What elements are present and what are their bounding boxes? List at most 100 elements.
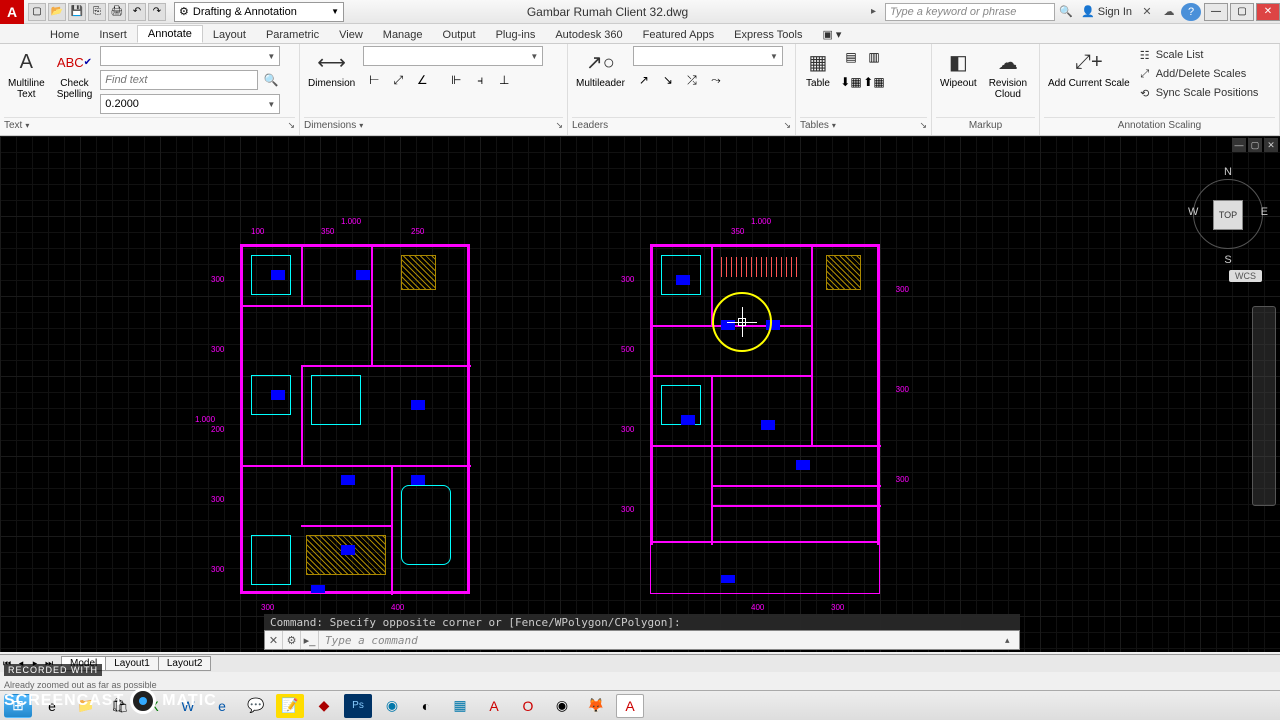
viewcube-south[interactable]: S [1224, 254, 1231, 266]
layout-tab-layout1[interactable]: Layout1 [105, 656, 159, 671]
viewcube-north[interactable]: N [1224, 166, 1232, 178]
leader-remove-icon[interactable]: ↘ [657, 69, 679, 91]
cmd-history-icon[interactable]: ▴ [1005, 635, 1019, 646]
workspace-dropdown[interactable]: ⚙ Drafting & Annotation ▼ [174, 2, 344, 22]
viewport-maximize-icon[interactable]: ▢ [1248, 138, 1262, 152]
add-current-scale-button[interactable]: ⤢+ Add Current Scale [1044, 46, 1134, 91]
text-style-dropdown[interactable]: ▼ [100, 46, 280, 66]
multileader-button[interactable]: ↗○ Multileader [572, 46, 629, 91]
command-input[interactable]: Type a command [319, 634, 1005, 647]
help-icon[interactable]: ? [1181, 3, 1201, 21]
taskbar-notes-icon[interactable]: 📝 [276, 694, 304, 718]
qat-save-icon[interactable]: 💾 [68, 3, 86, 21]
tab-layout[interactable]: Layout [203, 27, 256, 43]
layout-tab-layout2[interactable]: Layout2 [158, 656, 212, 671]
tab-extra-icon[interactable]: ▣ ▾ [812, 26, 851, 43]
leader-collect-icon[interactable]: ⤳ [705, 69, 727, 91]
cmd-customize-icon[interactable]: ⚙ [283, 631, 301, 649]
app-logo[interactable]: A [0, 0, 24, 24]
scale-list-button[interactable]: ☷Scale List [1138, 46, 1259, 64]
title-play-icon[interactable]: ▸ [871, 6, 885, 17]
dimension-button[interactable]: ⟷ Dimension [304, 46, 359, 91]
dim-style-dropdown[interactable]: ▼ [363, 46, 543, 66]
wipeout-button[interactable]: ◧ Wipeout [936, 46, 981, 91]
taskbar-app2-icon[interactable]: ◉ [378, 694, 406, 718]
panel-dialog-icon[interactable]: ↘ [287, 120, 295, 131]
search-input[interactable]: Type a keyword or phrase [885, 3, 1055, 21]
table-link-icon[interactable]: ▤ [840, 46, 862, 68]
tab-insert[interactable]: Insert [89, 27, 137, 43]
multiline-text-button[interactable]: A Multiline Text [4, 46, 49, 102]
search-icon[interactable]: 🔍 [1056, 3, 1076, 21]
tab-annotate[interactable]: Annotate [137, 25, 203, 43]
find-text-input[interactable] [100, 70, 258, 90]
viewcube-top[interactable]: TOP [1213, 200, 1243, 230]
taskbar-app4-icon[interactable]: ▦ [446, 694, 474, 718]
tab-express[interactable]: Express Tools [724, 27, 812, 43]
leader-align-icon[interactable]: ⤮ [681, 69, 703, 91]
panel-dialog-icon[interactable]: ↘ [919, 120, 927, 131]
viewport-close-icon[interactable]: ✕ [1264, 138, 1278, 152]
taskbar-chrome-icon[interactable]: ◉ [548, 694, 576, 718]
wcs-label[interactable]: WCS [1229, 270, 1262, 282]
qat-new-icon[interactable]: ▢ [28, 3, 46, 21]
tab-autodesk360[interactable]: Autodesk 360 [545, 27, 632, 43]
tab-view[interactable]: View [329, 27, 373, 43]
viewport-minimize-icon[interactable]: — [1232, 138, 1246, 152]
cloud-icon[interactable]: ☁ [1159, 3, 1179, 21]
viewcube[interactable]: N S E W TOP [1188, 166, 1268, 266]
close-button[interactable]: ✕ [1256, 3, 1280, 21]
exchange-icon[interactable]: ✕ [1137, 3, 1157, 21]
minimize-button[interactable]: — [1204, 3, 1228, 21]
panel-dialog-icon[interactable]: ↘ [783, 120, 791, 131]
sync-scale-button[interactable]: ⟲Sync Scale Positions [1138, 84, 1259, 102]
taskbar-opera-icon[interactable]: O [514, 694, 542, 718]
tab-featured[interactable]: Featured Apps [633, 27, 725, 43]
tab-parametric[interactable]: Parametric [256, 27, 329, 43]
qat-undo-icon[interactable]: ↶ [128, 3, 146, 21]
drawing-area[interactable]: — ▢ ✕ 100 350 250 1.000 [0, 136, 1280, 652]
taskbar-photoshop-icon[interactable]: Ps [344, 694, 372, 718]
table-extract-icon[interactable]: ▥ [863, 46, 885, 68]
tab-plugins[interactable]: Plug-ins [486, 27, 546, 43]
panel-dialog-icon[interactable]: ↘ [555, 120, 563, 131]
taskbar-app1-icon[interactable]: ◆ [310, 694, 338, 718]
dim-angular-icon[interactable]: ∠ [411, 69, 433, 91]
add-delete-scales-button[interactable]: ⤢Add/Delete Scales [1138, 65, 1259, 83]
tab-output[interactable]: Output [433, 27, 486, 43]
viewcube-east[interactable]: E [1261, 206, 1268, 218]
qat-redo-icon[interactable]: ↷ [148, 3, 166, 21]
qat-plot-icon[interactable]: 🖨 [108, 3, 126, 21]
table-upload-icon[interactable]: ⬆▦ [863, 71, 885, 93]
dim-ordinate-icon[interactable]: ⊥ [493, 69, 515, 91]
revcloud-button[interactable]: ☁ Revision Cloud [985, 46, 1031, 102]
cmd-close-icon[interactable]: ✕ [265, 631, 283, 649]
taskbar-app3-icon[interactable]: ◐ [412, 694, 440, 718]
tab-manage[interactable]: Manage [373, 27, 433, 43]
leader-add-icon[interactable]: ↗ [633, 69, 655, 91]
dim-continue-icon[interactable]: ⊩ [445, 69, 467, 91]
text-height-dropdown[interactable]: 0.2000▼ [100, 94, 280, 114]
find-icon[interactable]: 🔍 [260, 69, 282, 91]
leader-style-dropdown[interactable]: ▼ [633, 46, 783, 66]
panel-expand-icon[interactable]: ▾ [832, 121, 836, 130]
table-button[interactable]: ▦ Table [800, 46, 836, 91]
command-line[interactable]: ✕ ⚙ ▸_ Type a command ▴ [264, 630, 1020, 650]
taskbar-autocad-icon[interactable]: A [480, 694, 508, 718]
table-download-icon[interactable]: ⬇▦ [840, 71, 862, 93]
dim-aligned-icon[interactable]: ⤢ [387, 69, 409, 91]
taskbar-chat-icon[interactable]: 💬 [242, 694, 270, 718]
panel-expand-icon[interactable]: ▾ [25, 121, 29, 130]
dim-linear-icon[interactable]: ⊢ [363, 69, 385, 91]
navigation-bar[interactable] [1252, 306, 1276, 506]
qat-saveas-icon[interactable]: ⎘ [88, 3, 106, 21]
check-spelling-button[interactable]: ABC✔ Check Spelling [53, 46, 97, 102]
viewcube-west[interactable]: W [1188, 206, 1198, 218]
maximize-button[interactable]: ▢ [1230, 3, 1254, 21]
panel-expand-icon[interactable]: ▾ [359, 121, 363, 130]
qat-open-icon[interactable]: 📂 [48, 3, 66, 21]
tab-home[interactable]: Home [40, 27, 89, 43]
dim-baseline-icon[interactable]: ⫞ [469, 69, 491, 91]
signin-button[interactable]: 👤 Sign In [1081, 5, 1132, 18]
taskbar-autocad-active-icon[interactable]: A [616, 694, 644, 718]
